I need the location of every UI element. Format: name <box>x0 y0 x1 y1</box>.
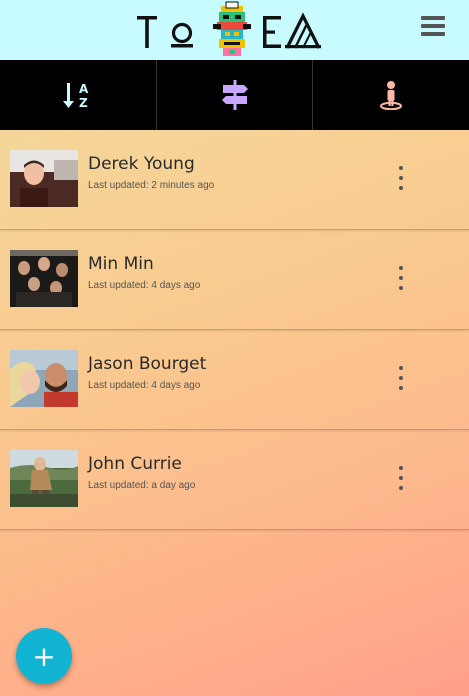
last-updated: Last updated: a day ago <box>88 480 196 491</box>
contact-photo <box>10 250 78 307</box>
more-options-icon[interactable] <box>390 266 412 290</box>
contact-card[interactable]: John Currie Last updated: a day ago <box>0 430 469 530</box>
contact-name: Min Min <box>88 254 154 274</box>
signpost-button[interactable] <box>157 60 314 130</box>
signpost-icon <box>221 80 248 110</box>
more-options-icon[interactable] <box>390 366 412 390</box>
totem-logo <box>137 1 321 56</box>
contact-photo <box>10 150 78 207</box>
hamburger-menu-icon[interactable] <box>421 16 447 38</box>
last-updated: Last updated: 2 minutes ago <box>88 180 215 191</box>
contact-name: Jason Bourget <box>88 354 207 374</box>
more-options-icon[interactable] <box>390 466 412 490</box>
last-updated: Last updated: 4 days ago <box>88 280 201 291</box>
last-updated: Last updated: 4 days ago <box>88 380 201 391</box>
svg-text:A: A <box>79 82 89 96</box>
contact-card[interactable]: Jason Bourget Last updated: 4 days ago <box>0 330 469 430</box>
contact-list: Derek Young Last updated: 2 minutes ago … <box>0 130 469 530</box>
add-contact-button[interactable]: + <box>16 628 72 684</box>
contact-card[interactable]: Derek Young Last updated: 2 minutes ago <box>0 130 469 230</box>
contact-name: John Currie <box>88 454 182 474</box>
contact-name: Derek Young <box>88 154 195 174</box>
sort-toolbar: A Z <box>0 60 469 130</box>
sort-alpha-button[interactable]: A Z <box>0 60 157 130</box>
contact-photo <box>10 350 78 407</box>
app-header <box>0 0 469 60</box>
svg-text:Z: Z <box>79 96 88 110</box>
person-location-button[interactable] <box>313 60 469 130</box>
sort-alpha-icon: A Z <box>62 82 89 110</box>
contact-photo <box>10 450 78 507</box>
person-location-icon <box>380 81 403 110</box>
more-options-icon[interactable] <box>390 166 412 190</box>
contact-card[interactable]: Min Min Last updated: 4 days ago <box>0 230 469 330</box>
